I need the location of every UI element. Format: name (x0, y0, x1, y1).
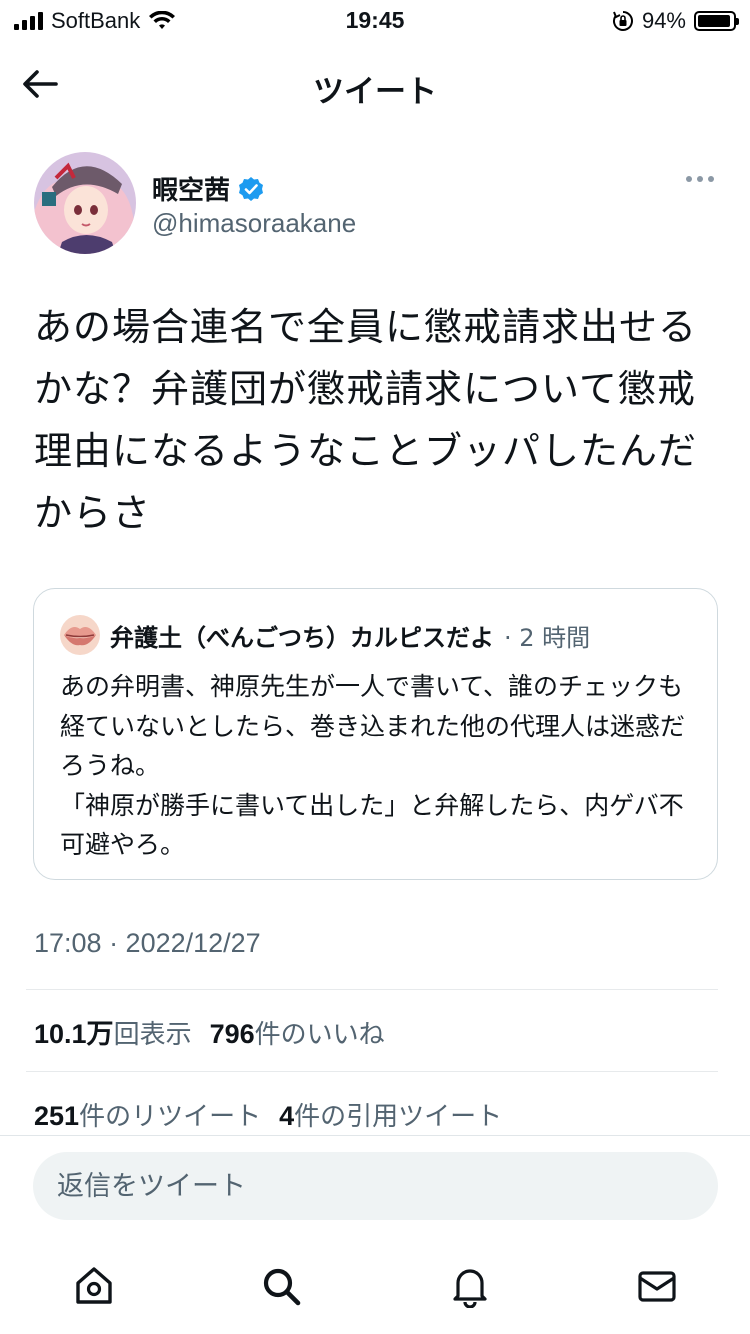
stats-row-views-likes: 10.1万 回表示 796 件のいいね (34, 1012, 403, 1051)
views-count: 10.1万 (34, 1019, 114, 1049)
home-icon (76, 1267, 112, 1304)
orientation-lock-icon (612, 11, 633, 31)
search-icon (263, 1268, 301, 1306)
quoted-time: · 2 時間 (504, 623, 591, 652)
messages-icon (638, 1271, 676, 1302)
tweet-text: あの場合連名で全員に懲戒請求出せるかな？弁護団が懲戒請求について懲戒理由になるよ… (34, 305, 698, 535)
divider (26, 989, 718, 990)
notifications-icon (453, 1269, 487, 1308)
more-dots-icon (686, 176, 692, 182)
author-name-row: 暇空茜 (152, 170, 264, 207)
quotes-count[interactable]: 4 (279, 1101, 294, 1132)
divider (26, 1071, 718, 1072)
likes-label[interactable]: 件のいいね (255, 1014, 385, 1051)
retweets-count[interactable]: 251 (34, 1101, 79, 1132)
avatar[interactable] (34, 152, 136, 254)
retweets-label[interactable]: 件のリツイート (79, 1096, 261, 1133)
tweet-timestamp: 17:08 · 2022/12/27 (34, 928, 261, 958)
nav-bar: ツイート (0, 44, 750, 124)
quoted-author-name: 弁護土（べんごつち）カルピスだよ (110, 623, 494, 652)
quoted-tweet-header: 弁護土（べんごつち）カルピスだよ · 2 時間 (60, 615, 590, 655)
tab-bar (0, 1250, 750, 1320)
battery-percent: 94% (641, 8, 686, 33)
author-name[interactable]: 暇空茜 (152, 170, 230, 207)
reply-box[interactable] (33, 1152, 718, 1220)
tab-search[interactable] (257, 1262, 305, 1310)
page-title: ツイート (313, 74, 437, 110)
quoted-tweet-text: あの弁明書、神原先生が一人で書いて、誰のチェックも経ていないとしたら、巻き込まれ… (60, 672, 686, 859)
tab-home[interactable] (70, 1262, 118, 1310)
status-bar: SoftBank 19:45 94% (0, 0, 750, 40)
views-label: 回表示 (113, 1020, 192, 1050)
author-handle[interactable]: @himasoraakane (152, 208, 356, 239)
tab-messages[interactable] (633, 1262, 681, 1310)
battery-icon (694, 11, 739, 31)
tweet-author: 暇空茜 @himasoraakane (34, 152, 724, 262)
likes-count[interactable]: 796 (210, 1019, 255, 1050)
stats-row-retweets-quotes: 251 件のリツイート 4 件の引用ツイート (34, 1096, 520, 1133)
status-right: 94% (612, 8, 739, 34)
more-options-button[interactable] (686, 176, 714, 182)
tab-notifications[interactable] (446, 1262, 494, 1310)
quoted-tweet[interactable]: 弁護土（べんごつち）カルピスだよ · 2 時間 あの弁明書、神原先生が一人で書い… (33, 588, 718, 880)
quotes-label[interactable]: 件の引用ツイート (294, 1096, 502, 1133)
reply-divider (0, 1135, 750, 1136)
battery-fill (698, 15, 730, 27)
quoted-avatar (60, 615, 100, 655)
verified-badge-icon (239, 176, 264, 201)
reply-input[interactable] (33, 1152, 718, 1220)
